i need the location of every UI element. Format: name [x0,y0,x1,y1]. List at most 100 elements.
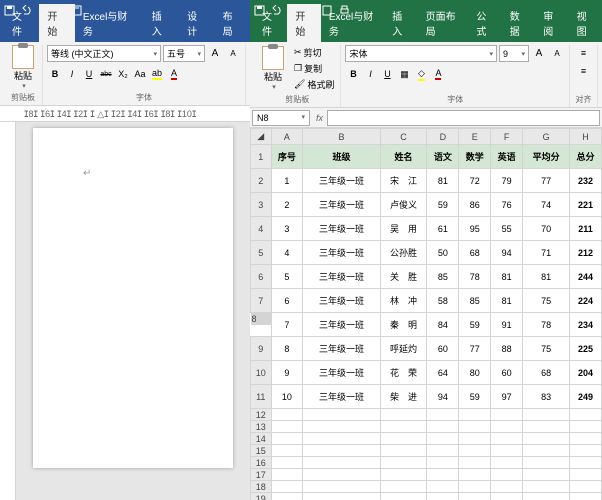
table-cell[interactable]: 78 [523,313,570,337]
tab-开始[interactable]: 开始 [39,4,74,42]
empty-cell[interactable] [523,457,570,469]
table-cell[interactable]: 1 [271,169,303,193]
word-ruler-v[interactable] [0,122,16,500]
table-cell[interactable]: 81 [491,265,523,289]
font-color-icon[interactable]: A [430,66,446,82]
row-header[interactable]: 18 [251,481,272,493]
grow-font-icon[interactable]: A [531,45,547,61]
empty-cell[interactable] [427,481,459,493]
empty-cell[interactable] [491,481,523,493]
table-cell[interactable]: 三年级一班 [303,361,380,385]
table-cell[interactable]: 68 [523,361,570,385]
col-header[interactable]: F [491,129,523,145]
empty-cell[interactable] [427,409,459,421]
word-ruler-h[interactable]: ⵊ8ⵊ ⵊ6ⵊ ⵊ4ⵊ ⵊ2ⵊ ⵊ △ⵊ ⵊ2ⵊ ⵊ4ⵊ ⵊ6ⵊ ⵊ8ⵊ ⵊ10… [0,106,250,122]
table-header-cell[interactable]: 姓名 [380,145,427,169]
font-color-icon[interactable]: A [166,66,182,82]
table-cell[interactable]: 59 [459,313,491,337]
empty-cell[interactable] [303,433,380,445]
table-cell[interactable]: 212 [570,241,602,265]
table-header-cell[interactable]: 总分 [570,145,602,169]
empty-cell[interactable] [271,469,303,481]
paste-button[interactable]: 粘贴▾ [258,46,288,91]
tab-数据[interactable]: 数据 [502,4,535,42]
row-header[interactable]: 11 [251,385,272,409]
empty-cell[interactable] [491,409,523,421]
empty-cell[interactable] [380,493,427,500]
table-cell[interactable]: 234 [570,313,602,337]
empty-cell[interactable] [570,493,602,500]
table-cell[interactable]: 85 [459,289,491,313]
table-cell[interactable]: 68 [459,241,491,265]
tab-页面布局[interactable]: 页面布局 [418,4,469,42]
empty-cell[interactable] [459,457,491,469]
bold-button[interactable]: B [345,66,361,82]
table-header-cell[interactable]: 班级 [303,145,380,169]
copy-button[interactable]: ❐复制 [292,61,336,76]
empty-cell[interactable] [459,469,491,481]
empty-cell[interactable] [570,409,602,421]
empty-cell[interactable] [570,445,602,457]
table-cell[interactable]: 94 [427,385,459,409]
empty-cell[interactable] [491,457,523,469]
table-cell[interactable]: 61 [427,217,459,241]
row-header[interactable]: 19 [251,493,272,500]
empty-cell[interactable] [303,469,380,481]
font-name-select[interactable]: 宋体▾ [345,45,497,62]
tab-文件[interactable]: 文件 [4,4,39,42]
table-cell[interactable]: 宋 江 [380,169,427,193]
table-header-cell[interactable]: 语文 [427,145,459,169]
empty-cell[interactable] [570,433,602,445]
table-cell[interactable]: 公孙胜 [380,241,427,265]
empty-cell[interactable] [459,409,491,421]
bold-button[interactable]: B [47,66,63,82]
grow-font-icon[interactable]: A [207,45,223,61]
tab-设计[interactable]: 设计 [179,4,214,42]
row-header[interactable]: 17 [251,469,272,481]
table-cell[interactable]: 70 [523,217,570,241]
table-cell[interactable]: 225 [570,337,602,361]
table-cell[interactable]: 80 [459,361,491,385]
table-cell[interactable]: 221 [570,193,602,217]
table-header-cell[interactable]: 数学 [459,145,491,169]
table-header-cell[interactable]: 平均分 [523,145,570,169]
table-cell[interactable]: 10 [271,385,303,409]
table-cell[interactable]: 三年级一班 [303,337,380,361]
row-header[interactable]: 2 [251,169,272,193]
empty-cell[interactable] [380,457,427,469]
col-header[interactable]: B [303,129,380,145]
fill-color-icon[interactable]: ◇ [413,66,429,82]
row-header[interactable]: 13 [251,421,272,433]
change-case-button[interactable]: Aa [132,66,148,82]
empty-cell[interactable] [271,445,303,457]
strike-button[interactable]: abc [98,66,114,82]
table-cell[interactable]: 60 [427,337,459,361]
empty-cell[interactable] [271,433,303,445]
table-cell[interactable]: 79 [491,169,523,193]
table-cell[interactable]: 秦 明 [380,313,427,337]
empty-cell[interactable] [271,409,303,421]
table-cell[interactable]: 59 [427,193,459,217]
row-header[interactable]: 9 [251,337,272,361]
table-cell[interactable]: 75 [523,289,570,313]
tab-插入[interactable]: 插入 [384,4,417,42]
row-header[interactable]: 6 [251,265,272,289]
paste-button[interactable]: 粘贴▾ [8,45,38,90]
empty-cell[interactable] [491,469,523,481]
shrink-font-icon[interactable]: A [549,45,565,61]
table-cell[interactable]: 60 [491,361,523,385]
table-cell[interactable]: 3 [271,217,303,241]
table-cell[interactable]: 9 [271,361,303,385]
font-name-select[interactable]: 等线 (中文正文)▾ [47,45,161,62]
table-cell[interactable]: 64 [427,361,459,385]
empty-cell[interactable] [427,445,459,457]
empty-cell[interactable] [303,481,380,493]
table-cell[interactable]: 74 [523,193,570,217]
table-cell[interactable]: 81 [491,289,523,313]
table-cell[interactable]: 三年级一班 [303,289,380,313]
empty-cell[interactable] [380,481,427,493]
table-cell[interactable]: 78 [459,265,491,289]
row-header[interactable]: 3 [251,193,272,217]
tab-Excel与财务[interactable]: Excel与财务 [75,4,144,42]
empty-cell[interactable] [570,481,602,493]
